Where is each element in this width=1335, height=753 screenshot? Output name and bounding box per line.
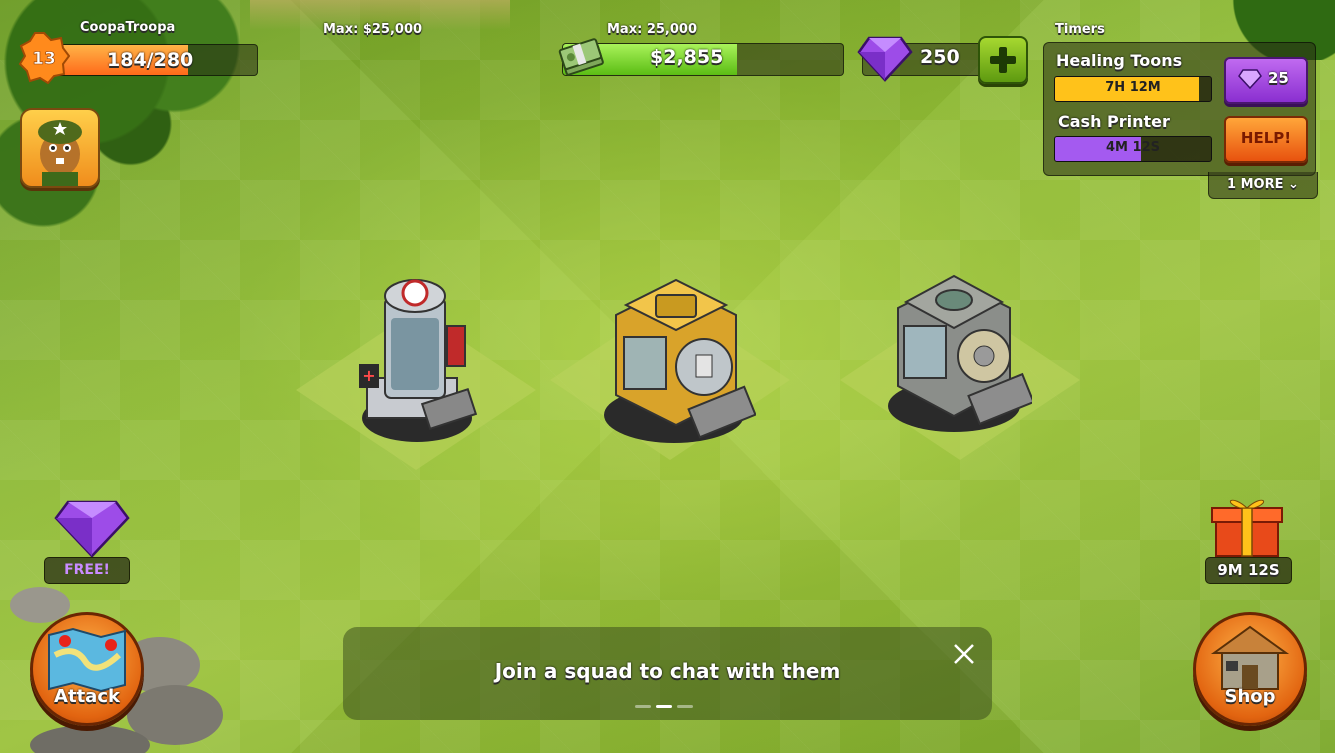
cash-printer-building[interactable] <box>596 275 756 447</box>
tip-page-indicator <box>635 705 695 709</box>
speedup-gem-cost: 25 <box>1268 69 1289 87</box>
level-badge: 13 <box>18 32 70 84</box>
timer-time-healing: 7H 12M <box>1105 80 1161 95</box>
gold-max-label: Max: $25,000 <box>323 22 423 37</box>
timers-more-label: 1 MORE <box>1227 177 1284 192</box>
map-icon <box>48 627 126 693</box>
timer-time-cash-printer: 4M 12S <box>1106 140 1160 155</box>
player-avatar[interactable] <box>20 108 100 188</box>
gem-icon <box>857 36 913 82</box>
healing-tube-building[interactable]: + <box>355 268 480 450</box>
page-dot <box>635 705 651 708</box>
timer-label-healing: Healing Toons <box>1056 51 1183 70</box>
help-button[interactable]: HELP! <box>1224 116 1308 163</box>
cash-max-label: Max: 25,000 <box>607 22 697 37</box>
timers-title: Timers <box>1055 22 1105 37</box>
page-dot <box>656 705 672 708</box>
close-icon[interactable] <box>950 640 978 668</box>
timer-bar-cash-printer: 4M 12S <box>1054 136 1212 162</box>
timer-label-cash-printer: Cash Printer <box>1058 112 1170 131</box>
shop-label: Shop <box>1224 686 1276 707</box>
add-gems-button[interactable] <box>978 36 1028 84</box>
free-gem-label[interactable]: FREE! <box>44 557 130 584</box>
attack-label: Attack <box>54 686 120 707</box>
speedup-gem-button[interactable]: 25 <box>1224 57 1308 104</box>
cash-amount: $2,855 <box>650 46 724 68</box>
svg-text:+: + <box>362 366 375 385</box>
cash-vault-building[interactable] <box>880 266 1032 436</box>
level-number: 13 <box>32 49 56 69</box>
chevron-down-icon: ⌄ <box>1288 177 1299 192</box>
xp-bar: 184/280 <box>56 44 258 76</box>
gift-box-icon[interactable] <box>1210 494 1284 558</box>
gem-icon <box>1238 69 1262 90</box>
shop-button[interactable]: Shop <box>1193 612 1307 726</box>
free-gem-icon[interactable] <box>54 498 130 560</box>
xp-text: 184/280 <box>107 49 194 71</box>
beaver-soldier-icon <box>38 120 82 186</box>
attack-button[interactable]: Attack <box>30 612 144 726</box>
page-dot <box>677 705 693 708</box>
timers-more-button[interactable]: 1 MORE ⌄ <box>1208 172 1318 199</box>
gift-timer[interactable]: 9M 12S <box>1205 557 1292 584</box>
shop-house-icon <box>1210 625 1290 690</box>
player-name: CoopaTroopa <box>80 20 176 35</box>
timer-bar-healing: 7H 12M <box>1054 76 1212 102</box>
gem-amount: 250 <box>920 46 960 68</box>
squad-tip-text: Join a squad to chat with them <box>494 659 841 683</box>
cash-stack-icon <box>558 38 604 76</box>
